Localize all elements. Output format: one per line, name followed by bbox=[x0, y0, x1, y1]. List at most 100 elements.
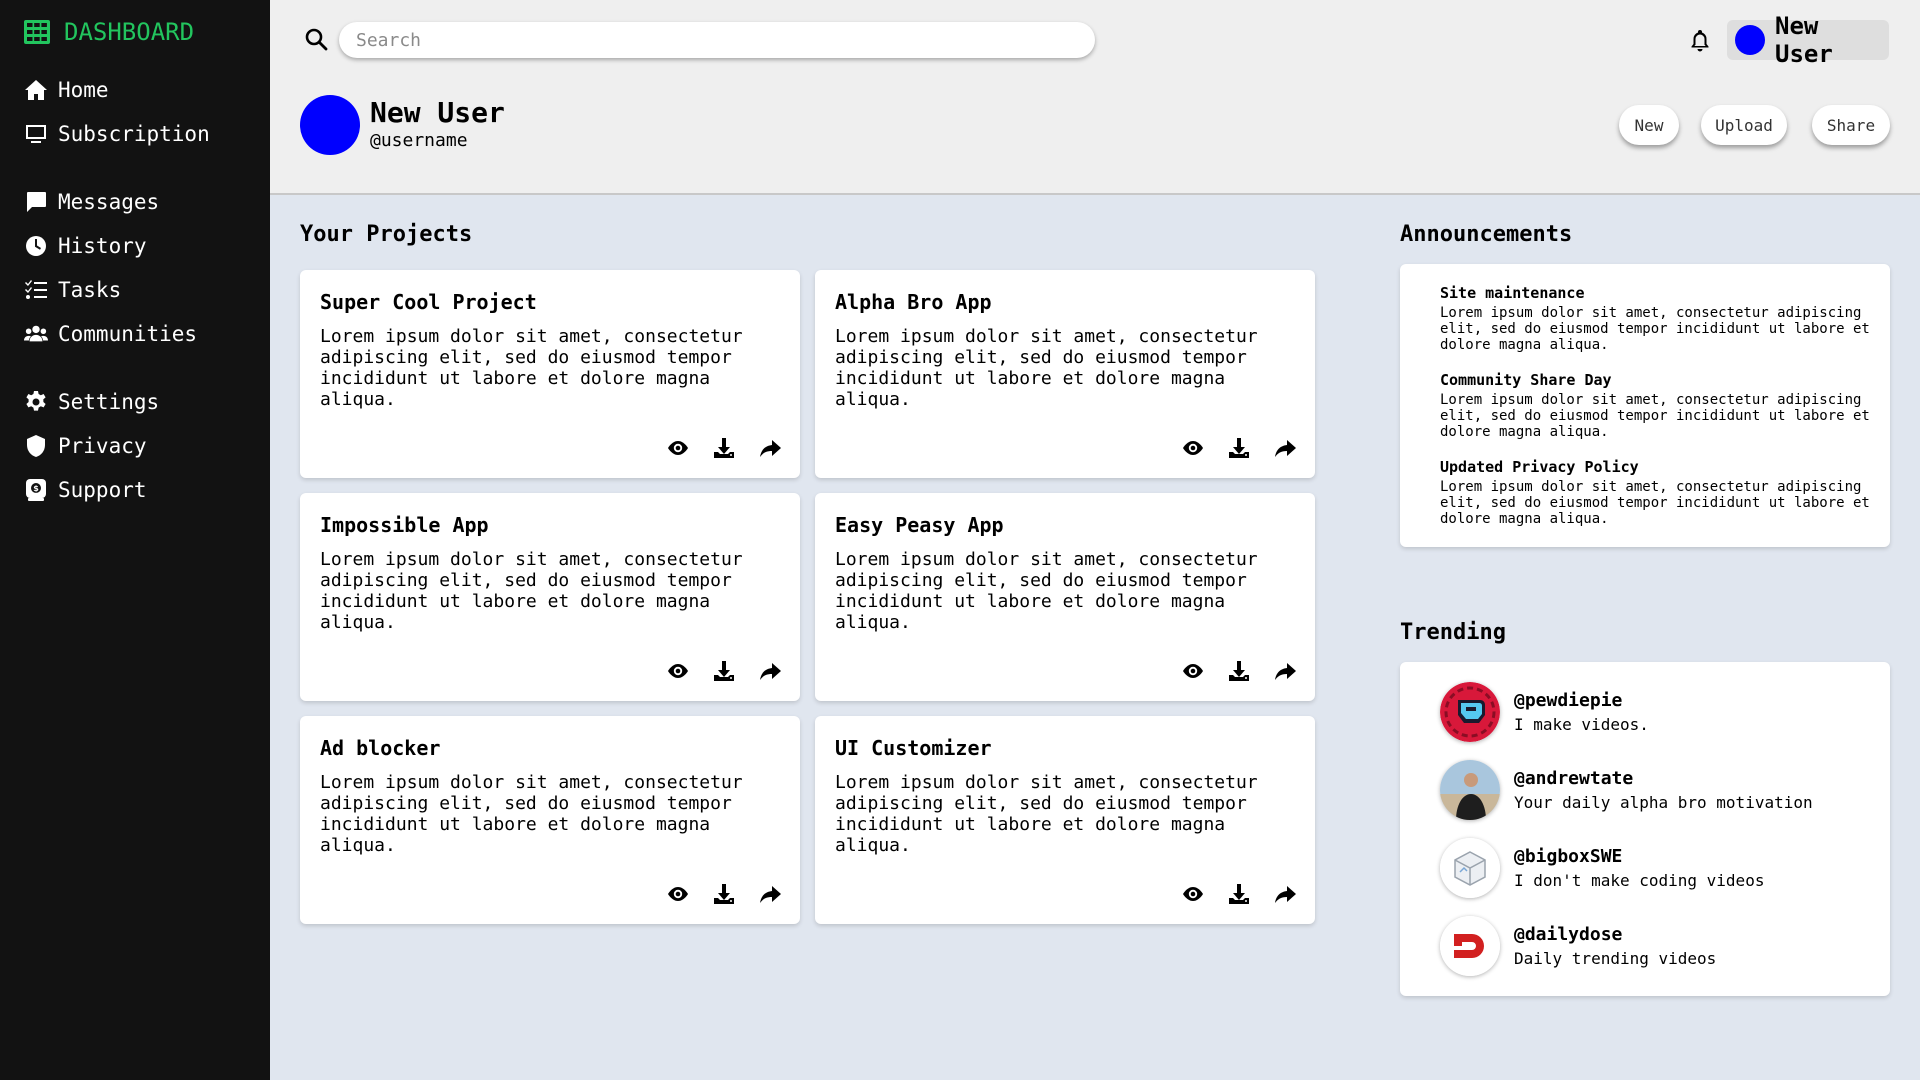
project-description: Lorem ipsum dolor sit amet, consectetur … bbox=[320, 772, 743, 856]
project-title: Impossible App bbox=[320, 513, 489, 537]
new-button[interactable]: New bbox=[1619, 105, 1679, 145]
sidebar-item-label: Subscription bbox=[58, 122, 210, 146]
download-icon bbox=[714, 884, 734, 904]
sidebar-item-home[interactable]: Home bbox=[24, 78, 109, 102]
share-project-button[interactable] bbox=[1273, 882, 1297, 906]
view-button[interactable] bbox=[1181, 659, 1205, 683]
sidebar-item-label: History bbox=[58, 234, 147, 258]
bell-icon[interactable] bbox=[1689, 28, 1711, 52]
trending-item[interactable]: @andrewtate Your daily alpha bro motivat… bbox=[1440, 760, 1813, 820]
share-project-button[interactable] bbox=[1273, 436, 1297, 460]
announcement-body: Lorem ipsum dolor sit amet, consectetur … bbox=[1440, 392, 1870, 440]
view-button[interactable] bbox=[666, 659, 690, 683]
announcement-body: Lorem ipsum dolor sit amet, consectetur … bbox=[1440, 479, 1870, 527]
project-card: UI Customizer Lorem ipsum dolor sit amet… bbox=[815, 716, 1315, 924]
profile-avatar bbox=[300, 95, 360, 155]
download-button[interactable] bbox=[712, 436, 736, 460]
trending-item[interactable]: @dailydose Daily trending videos bbox=[1440, 916, 1716, 976]
brand[interactable]: DASHBOARD bbox=[24, 18, 194, 46]
project-title: Easy Peasy App bbox=[835, 513, 1004, 537]
project-description: Lorem ipsum dolor sit amet, consectetur … bbox=[835, 549, 1258, 633]
home-icon bbox=[25, 80, 47, 100]
download-button[interactable] bbox=[1227, 436, 1251, 460]
sidebar-item-messages[interactable]: Messages bbox=[24, 190, 159, 214]
user-menu[interactable]: New User bbox=[1727, 12, 1889, 68]
message-icon bbox=[27, 192, 46, 212]
sidebar-item-label: Tasks bbox=[58, 278, 122, 302]
person-photo-icon bbox=[1440, 760, 1500, 820]
view-button[interactable] bbox=[666, 436, 690, 460]
shield-icon bbox=[27, 435, 45, 457]
sidebar-item-label: Privacy bbox=[58, 434, 147, 458]
announcements-title: Announcements bbox=[1400, 222, 1573, 247]
project-description: Lorem ipsum dolor sit amet, consectetur … bbox=[320, 549, 743, 633]
project-actions bbox=[1181, 436, 1297, 460]
upload-button[interactable]: Upload bbox=[1701, 105, 1787, 145]
trending-tagline: I don't make coding videos bbox=[1514, 871, 1765, 890]
brand-label: DASHBOARD bbox=[64, 18, 195, 46]
view-button[interactable] bbox=[1181, 436, 1205, 460]
announcement-item: Community Share Day Lorem ipsum dolor si… bbox=[1440, 371, 1870, 440]
project-description: Lorem ipsum dolor sit amet, consectetur … bbox=[835, 326, 1258, 410]
download-icon bbox=[1229, 438, 1249, 458]
download-icon bbox=[1229, 661, 1249, 681]
users-icon bbox=[24, 325, 48, 342]
download-button[interactable] bbox=[712, 882, 736, 906]
sidebar-item-history[interactable]: History bbox=[24, 234, 147, 258]
project-card: Impossible App Lorem ipsum dolor sit ame… bbox=[300, 493, 800, 701]
monitor-icon bbox=[26, 125, 46, 143]
eye-icon bbox=[668, 887, 688, 901]
trending-item[interactable]: @pewdiepie I make videos. bbox=[1440, 682, 1649, 742]
sidebar-item-settings[interactable]: Settings bbox=[24, 390, 159, 414]
project-card: Alpha Bro App Lorem ipsum dolor sit amet… bbox=[815, 270, 1315, 478]
share-project-button[interactable] bbox=[758, 659, 782, 683]
announcement-item: Site maintenance Lorem ipsum dolor sit a… bbox=[1440, 284, 1870, 353]
project-title: Super Cool Project bbox=[320, 290, 537, 314]
gear-icon bbox=[26, 391, 46, 411]
trending-handle: @dailydose bbox=[1514, 924, 1623, 945]
share-icon bbox=[1275, 886, 1296, 903]
trending-handle: @andrewtate bbox=[1514, 768, 1634, 789]
sidebar-item-subscription[interactable]: Subscription bbox=[24, 122, 210, 146]
avatar bbox=[1440, 760, 1500, 820]
share-project-button[interactable] bbox=[758, 882, 782, 906]
project-actions bbox=[666, 436, 782, 460]
projects-title: Your Projects bbox=[300, 222, 473, 247]
eye-icon bbox=[668, 441, 688, 455]
sidebar-item-privacy[interactable]: Privacy bbox=[24, 434, 147, 458]
profile-username: @username bbox=[370, 130, 468, 151]
sidebar: DASHBOARD Home Subscription Messages His… bbox=[0, 0, 270, 1080]
sidebar-item-support[interactable]: $ Support bbox=[24, 478, 147, 502]
project-card: Super Cool Project Lorem ipsum dolor sit… bbox=[300, 270, 800, 478]
eye-icon bbox=[1183, 887, 1203, 901]
project-title: UI Customizer bbox=[835, 736, 992, 760]
avatar bbox=[1735, 25, 1765, 55]
trending-item[interactable]: @bigboxSWE I don't make coding videos bbox=[1440, 838, 1764, 898]
sidebar-item-label: Home bbox=[58, 78, 109, 102]
search-icon[interactable] bbox=[304, 27, 328, 51]
dailydose-logo-icon bbox=[1440, 916, 1500, 976]
share-button[interactable]: Share bbox=[1812, 105, 1890, 145]
avatar bbox=[1440, 916, 1500, 976]
announcement-title: Updated Privacy Policy bbox=[1440, 458, 1639, 476]
trending-tagline: I make videos. bbox=[1514, 715, 1649, 734]
trending-tagline: Your daily alpha bro motivation bbox=[1514, 793, 1813, 812]
view-button[interactable] bbox=[666, 882, 690, 906]
download-button[interactable] bbox=[1227, 659, 1251, 683]
sidebar-item-communities[interactable]: Communities bbox=[24, 322, 197, 346]
project-actions bbox=[1181, 882, 1297, 906]
project-card: Ad blocker Lorem ipsum dolor sit amet, c… bbox=[300, 716, 800, 924]
avatar bbox=[1440, 682, 1500, 742]
eye-icon bbox=[1183, 664, 1203, 678]
share-project-button[interactable] bbox=[758, 436, 782, 460]
view-button[interactable] bbox=[1181, 882, 1205, 906]
profile-name: New User bbox=[370, 96, 505, 129]
download-button[interactable] bbox=[712, 659, 736, 683]
search-input[interactable] bbox=[339, 22, 1095, 58]
share-icon bbox=[760, 886, 781, 903]
sidebar-item-tasks[interactable]: Tasks bbox=[24, 278, 121, 302]
user-menu-name: New User bbox=[1775, 12, 1833, 68]
trending-handle: @pewdiepie bbox=[1514, 690, 1623, 711]
download-button[interactable] bbox=[1227, 882, 1251, 906]
share-project-button[interactable] bbox=[1273, 659, 1297, 683]
